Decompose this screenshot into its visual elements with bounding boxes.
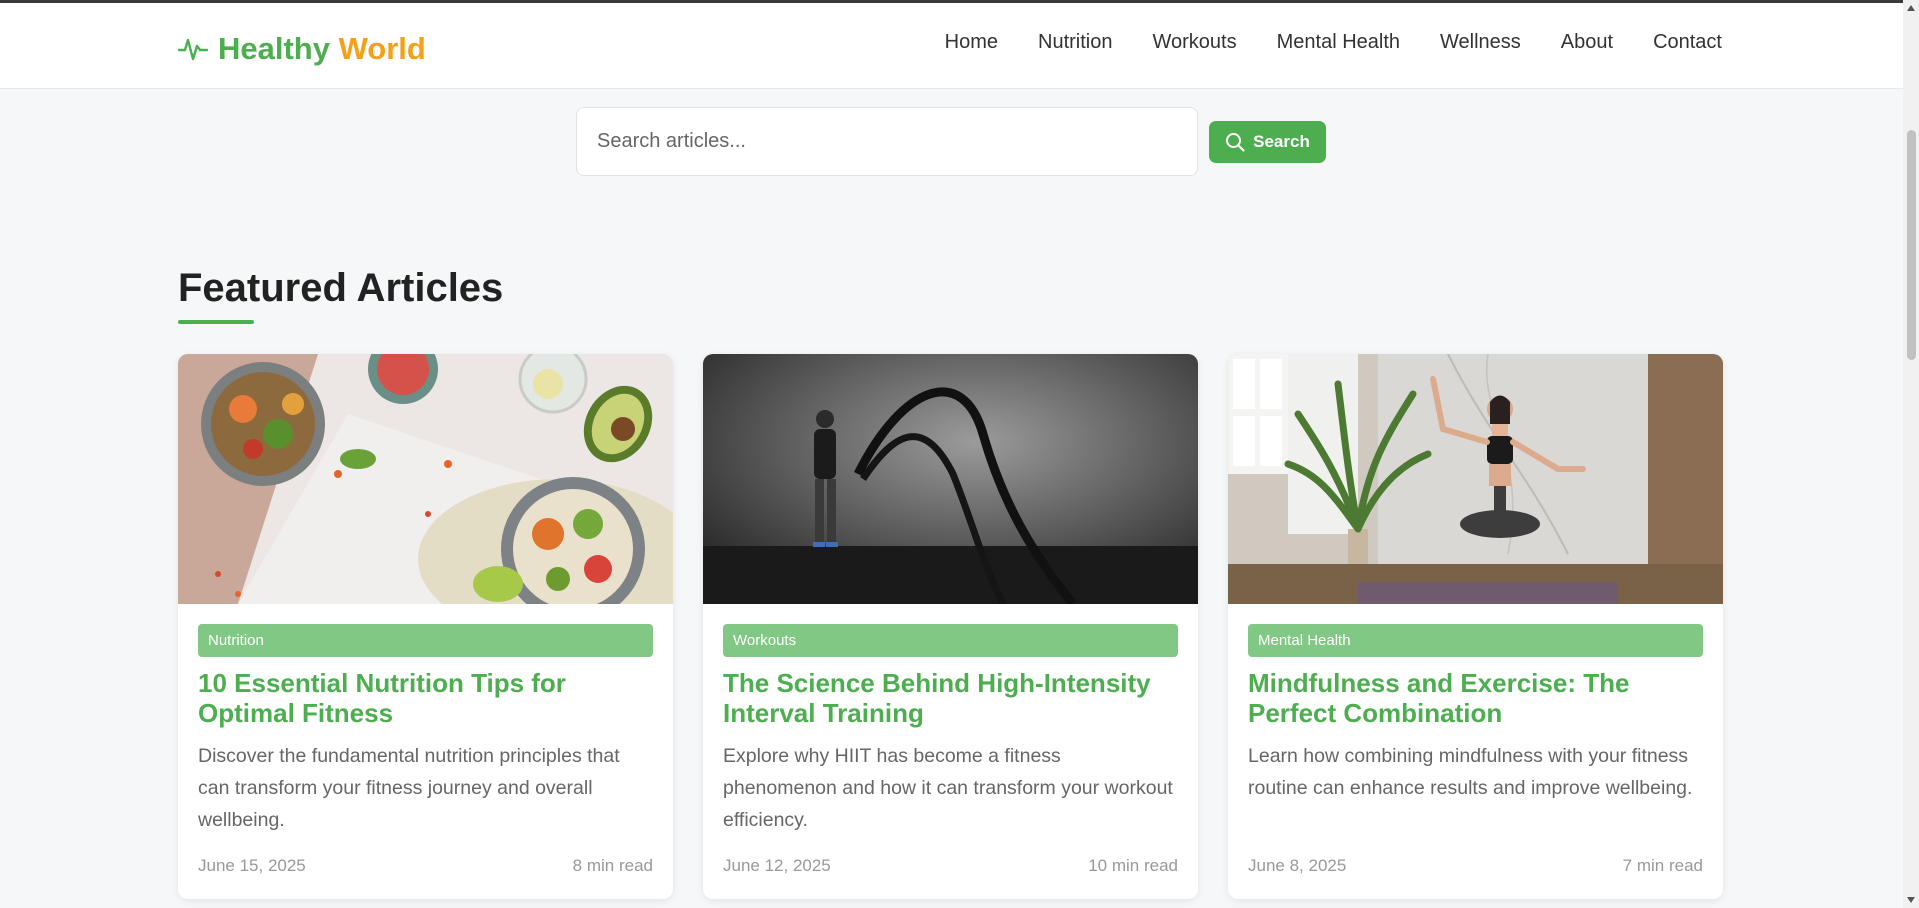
article-description: Learn how combining mindfulness with you… — [1248, 745, 1693, 799]
article-card-nutrition[interactable]: Nutrition 10 Essential Nutrition Tips fo… — [178, 354, 673, 899]
article-image-yoga-pose[interactable] — [1228, 354, 1723, 604]
article-image-battle-ropes[interactable] — [703, 354, 1198, 604]
category-badge[interactable]: Mental Health — [1248, 624, 1703, 657]
article-date: June 12, 2025 — [723, 856, 831, 875]
scrollbar-thumb[interactable] — [1907, 130, 1916, 360]
section-title: Featured Articles — [178, 266, 504, 310]
article-grid: Nutrition 10 Essential Nutrition Tips fo… — [178, 354, 1723, 899]
search-icon — [1226, 132, 1245, 151]
article-read-time: 7 min read — [1622, 856, 1703, 875]
site-logo[interactable]: Healthy World — [178, 27, 426, 71]
scroll-down-arrow-icon[interactable] — [1907, 897, 1915, 903]
nav-item-workouts[interactable]: Workouts — [1153, 31, 1237, 54]
article-description: Explore why HIIT has become a fitness ph… — [723, 745, 1173, 831]
heartbeat-icon — [178, 38, 208, 61]
search-bar: Search — [576, 107, 1326, 176]
article-read-time: 10 min read — [1088, 856, 1178, 875]
article-image-food-bowls[interactable] — [178, 354, 673, 604]
site-header: Healthy World Home Nutrition Workouts Me… — [0, 3, 1903, 89]
search-button-label: Search — [1253, 131, 1310, 151]
nav-item-contact[interactable]: Contact — [1653, 31, 1722, 54]
nav-item-wellness[interactable]: Wellness — [1440, 31, 1521, 54]
logo-text-world: World — [338, 31, 426, 66]
title-underline — [178, 320, 254, 324]
article-title[interactable]: The Science Behind High-Intensity Interv… — [723, 668, 1178, 728]
scroll-up-arrow-icon[interactable] — [1907, 5, 1915, 11]
category-badge[interactable]: Nutrition — [198, 624, 653, 657]
article-title[interactable]: Mindfulness and Exercise: The Perfect Co… — [1248, 668, 1703, 728]
main-nav: Home Nutrition Workouts Mental Health We… — [945, 31, 1722, 54]
article-card-mental-health[interactable]: Mental Health Mindfulness and Exercise: … — [1228, 354, 1723, 899]
article-title[interactable]: 10 Essential Nutrition Tips for Optimal … — [198, 668, 653, 728]
search-button[interactable]: Search — [1209, 120, 1326, 163]
search-input[interactable] — [576, 107, 1198, 176]
logo-text-healthy: Healthy — [218, 31, 330, 66]
article-date: June 15, 2025 — [198, 856, 306, 875]
category-badge[interactable]: Workouts — [723, 624, 1178, 657]
nav-item-home[interactable]: Home — [945, 31, 998, 54]
nav-item-about[interactable]: About — [1561, 31, 1613, 54]
article-card-workouts[interactable]: Workouts The Science Behind High-Intensi… — [703, 354, 1198, 899]
nav-item-mental-health[interactable]: Mental Health — [1277, 31, 1400, 54]
page-scrollbar[interactable] — [1903, 0, 1919, 908]
nav-item-nutrition[interactable]: Nutrition — [1038, 31, 1112, 54]
article-read-time: 8 min read — [572, 856, 653, 875]
article-description: Discover the fundamental nutrition princ… — [198, 745, 620, 831]
article-date: June 8, 2025 — [1248, 856, 1347, 875]
